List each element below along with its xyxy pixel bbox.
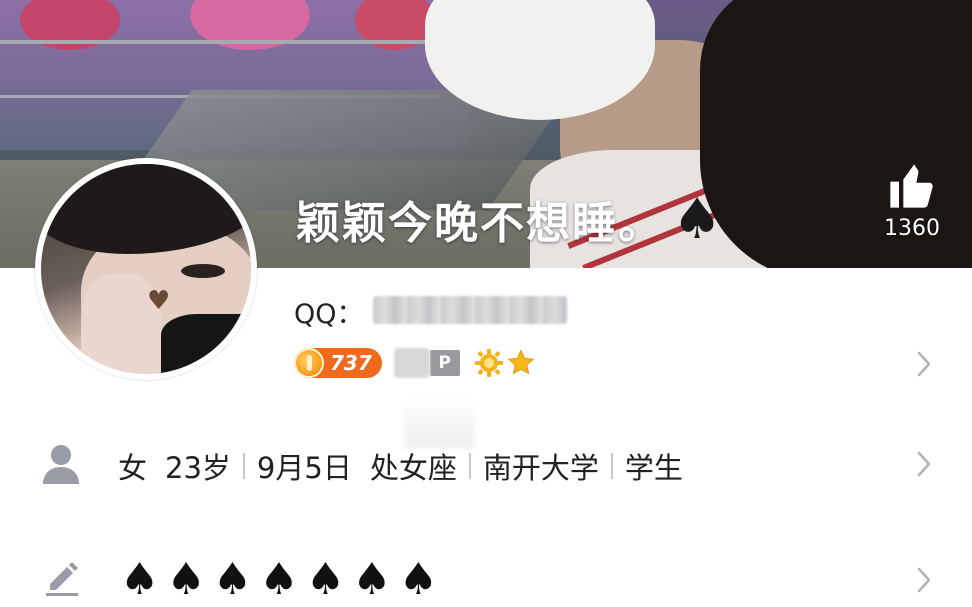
chevron-right-icon[interactable] xyxy=(915,350,933,378)
coin-icon xyxy=(294,348,324,378)
divider xyxy=(468,453,471,479)
birthday: 9月5日 xyxy=(256,451,352,485)
divider xyxy=(610,453,613,479)
qq-label: QQ： xyxy=(294,299,364,330)
signature[interactable]: ♠ ♠ ♠ ♠ ♠ ♠ ♠ xyxy=(120,556,445,604)
spade-emoji: ♠ xyxy=(305,554,346,605)
personal-info-row[interactable]: 女 23岁 9月5日 处女座 南开大学 学生 xyxy=(118,446,683,486)
star-icon xyxy=(506,348,536,378)
spade-emoji: ♠ xyxy=(352,554,392,605)
vip-badge-obscured xyxy=(393,348,430,378)
avatar-eye xyxy=(181,264,225,278)
occupation: 学生 xyxy=(624,451,683,485)
badge-row[interactable]: 737 P xyxy=(294,346,536,380)
school: 南开大学 xyxy=(482,451,599,485)
avatar-photo: ♥ xyxy=(41,164,251,374)
avatar-mask xyxy=(161,314,251,374)
person-icon xyxy=(43,445,79,484)
nickname: 颖颖今晚不想睡。 ♠ xyxy=(296,186,724,252)
gender: 女 xyxy=(118,451,148,485)
thumbs-up-icon xyxy=(890,164,933,208)
cover-railing xyxy=(0,40,440,44)
age: 23岁 xyxy=(165,451,231,485)
image-artifact xyxy=(404,398,474,448)
avatar-face-sticker: ♥ xyxy=(147,286,171,316)
nickname-spade-emoji: ♠ xyxy=(672,186,725,252)
pencil-icon xyxy=(46,562,78,596)
chevron-right-icon[interactable] xyxy=(915,566,933,594)
nickname-text: 颖颖今晚不想睡。 xyxy=(296,198,664,249)
spade-emoji: ♠ xyxy=(398,554,439,605)
spade-emoji: ♠ xyxy=(259,554,299,605)
level-badge[interactable]: 737 xyxy=(294,348,382,378)
spade-emoji: ♠ xyxy=(166,554,206,605)
sun-gear-icon xyxy=(474,348,504,378)
chevron-right-icon[interactable] xyxy=(915,450,933,478)
like-button[interactable]: 1360 xyxy=(876,160,948,241)
vip-p-badge[interactable]: P xyxy=(429,350,460,376)
like-count: 1360 xyxy=(884,216,940,241)
level-value: 737 xyxy=(330,351,372,375)
avatar[interactable]: ♥ xyxy=(35,158,257,380)
spade-emoji: ♠ xyxy=(212,554,253,605)
divider xyxy=(242,453,245,479)
zodiac: 处女座 xyxy=(369,451,457,485)
qq-number-obscured xyxy=(373,296,567,324)
spade-emoji: ♠ xyxy=(120,554,160,605)
